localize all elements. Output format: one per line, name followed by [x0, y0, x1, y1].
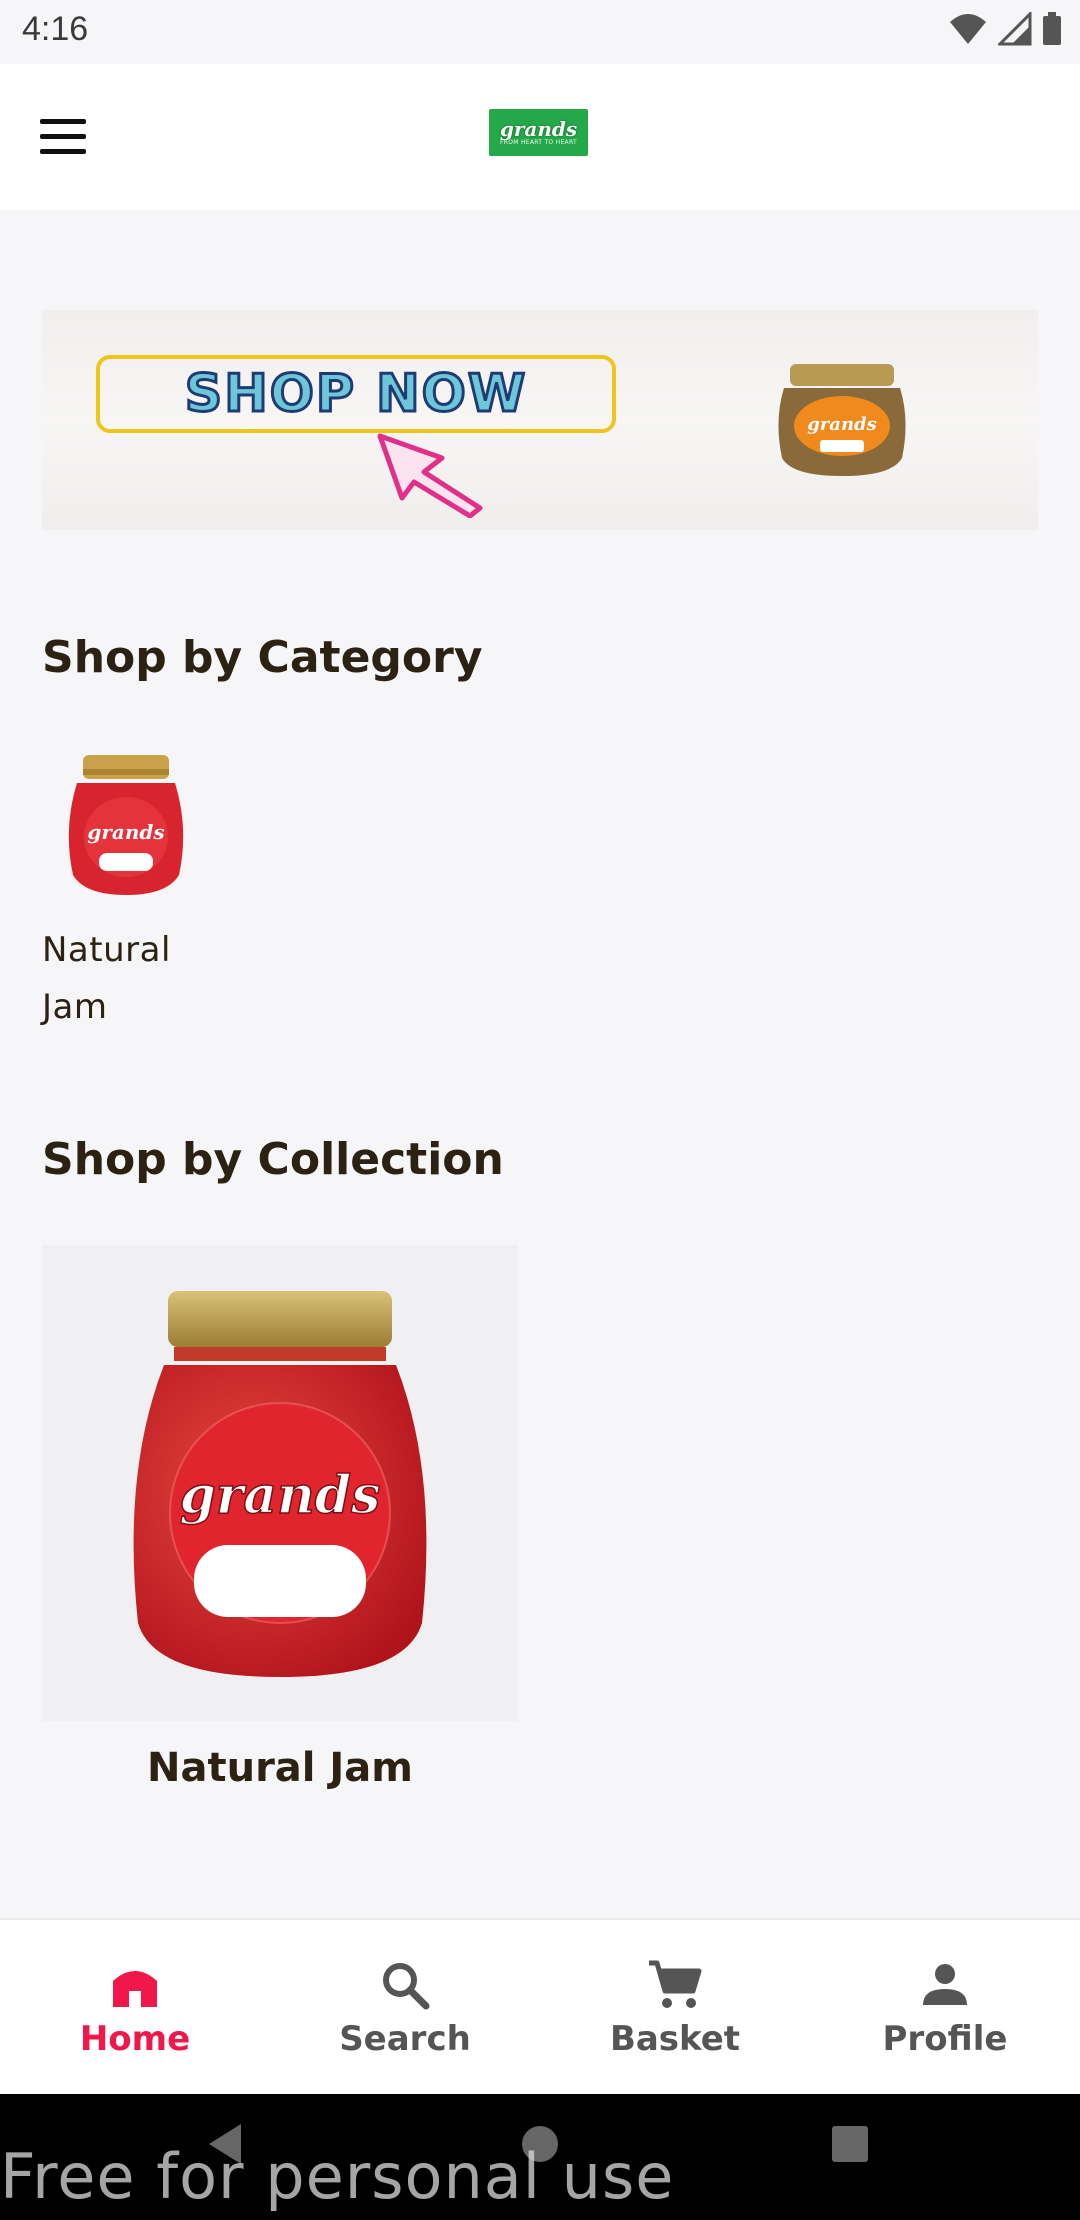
svg-text:grands: grands	[87, 820, 164, 844]
jam-jar-image: grands	[68, 755, 184, 895]
menu-button[interactable]	[40, 108, 96, 164]
svg-text:grands: grands	[807, 414, 877, 435]
shop-now-box: SHOP NOW	[96, 355, 616, 433]
status-time: 4:16	[22, 10, 89, 48]
nav-search[interactable]: Search	[270, 1920, 540, 2094]
menu-icon-line	[40, 118, 86, 124]
category-item-natural-jam[interactable]: grands Natural Jam	[42, 740, 212, 1036]
status-bar: 4:16	[0, 0, 1080, 64]
logo-tagline: FROM HEART TO HEART	[500, 139, 577, 146]
collection-section-title: Shop by Collection	[42, 1134, 504, 1185]
signal-icon	[998, 12, 1032, 46]
home-icon	[113, 1971, 157, 2007]
bottom-navigation: Home Search Basket Profile	[0, 1918, 1080, 2094]
wifi-icon	[950, 14, 986, 44]
category-thumbnail: grands	[42, 740, 210, 908]
cart-icon	[649, 1960, 702, 2008]
app-bar: grands FROM HEART TO HEART	[0, 64, 1080, 210]
category-section-title: Shop by Category	[42, 632, 483, 683]
nav-label: Basket	[609, 2019, 741, 2059]
menu-icon-line	[40, 148, 86, 154]
recents-icon[interactable]	[830, 2124, 870, 2164]
battery-icon	[1043, 12, 1061, 45]
nav-basket[interactable]: Basket	[540, 1920, 810, 2094]
collection-card-natural-jam[interactable]: grands	[42, 1245, 518, 1721]
brand-logo[interactable]: grands FROM HEART TO HEART	[489, 109, 588, 156]
cursor-arrow-icon	[377, 433, 483, 518]
svg-text:grands: grands	[180, 1465, 381, 1526]
nav-label: Search	[339, 2019, 471, 2059]
watermark-text: Free for personal use	[0, 2140, 675, 2213]
status-icons	[948, 12, 1062, 46]
nav-label: Home	[79, 2019, 191, 2059]
collection-label: Natural Jam	[147, 1745, 413, 1791]
jar-image: grands	[778, 364, 906, 476]
nav-label: Profile	[882, 2019, 1008, 2059]
logo-wordmark: grands	[499, 117, 578, 141]
nav-home[interactable]: Home	[0, 1920, 270, 2094]
jam-jar-image: grands	[133, 1291, 427, 1677]
search-icon	[383, 1963, 430, 2010]
person-icon	[923, 1964, 967, 2005]
nav-profile[interactable]: Profile	[810, 1920, 1080, 2094]
shop-now-text: SHOP NOW	[183, 363, 528, 426]
menu-icon-line	[40, 133, 86, 139]
promo-banner[interactable]: SHOP NOW grands	[42, 310, 1038, 530]
category-label: Natural Jam	[42, 930, 171, 1027]
